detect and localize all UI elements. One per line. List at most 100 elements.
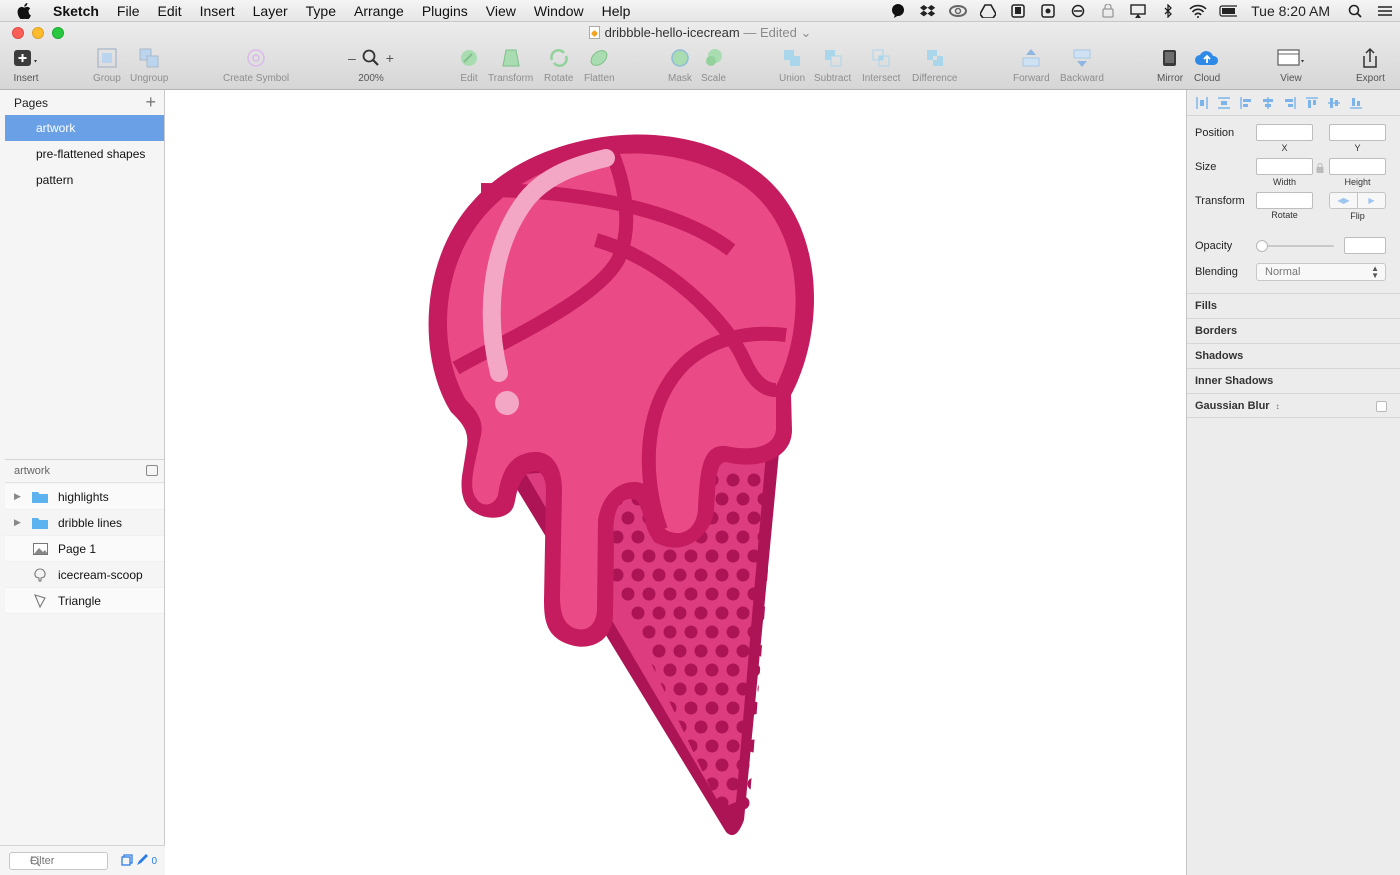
rotate-button[interactable]: Rotate	[544, 46, 573, 84]
google-drive-icon[interactable]	[979, 4, 997, 18]
align-left-icon[interactable]	[1239, 96, 1253, 110]
distribute-vertical-icon[interactable]	[1217, 96, 1231, 110]
layer-highlights[interactable]: ▶ highlights	[5, 484, 164, 510]
cone-dot	[747, 549, 761, 563]
layer-filter-input[interactable]	[9, 852, 108, 870]
speech-bubble-icon[interactable]	[889, 4, 907, 18]
flatten-button[interactable]: Flatten	[584, 46, 615, 84]
page-item-pre-flattened-shapes[interactable]: pre-flattened shapes	[5, 141, 164, 167]
align-bottom-icon[interactable]	[1349, 96, 1363, 110]
page-item-pattern[interactable]: pattern	[5, 167, 164, 193]
zoom-in-button[interactable]: +	[386, 50, 394, 66]
edit-button[interactable]: Edit	[458, 46, 480, 84]
difference-button[interactable]: Difference	[912, 46, 957, 84]
borders-section[interactable]: Borders	[1187, 318, 1400, 343]
union-button[interactable]: Union	[779, 46, 805, 84]
artboard-canvas[interactable]	[166, 90, 1186, 875]
bluetooth-icon[interactable]	[1159, 4, 1177, 18]
menu-window[interactable]: Window	[525, 0, 593, 22]
distribute-horizontal-icon[interactable]	[1195, 96, 1209, 110]
cone-dot	[757, 492, 771, 506]
position-x-input[interactable]	[1256, 124, 1313, 141]
menu-insert[interactable]: Insert	[191, 0, 244, 22]
disclosure-triangle-icon[interactable]: ▶	[14, 517, 28, 528]
cone-dot	[726, 549, 740, 563]
subtract-button[interactable]: Subtract	[814, 46, 851, 84]
lock-icon[interactable]	[1316, 161, 1324, 176]
menu-type[interactable]: Type	[297, 0, 345, 22]
cone-dot	[747, 663, 761, 677]
lock-bag-icon[interactable]	[1099, 4, 1117, 18]
airplay-icon[interactable]	[1129, 4, 1147, 18]
opacity-slider-knob[interactable]	[1256, 240, 1268, 252]
collapse-layers-icon[interactable]	[146, 465, 158, 476]
export-button[interactable]: Export	[1356, 46, 1385, 84]
ungroup-button[interactable]: Ungroup	[130, 46, 168, 84]
layer-page-1[interactable]: Page 1	[5, 536, 164, 562]
disclosure-triangle-icon[interactable]: ▶	[14, 491, 28, 502]
opacity-input[interactable]	[1344, 237, 1386, 254]
group-button[interactable]: Group	[93, 46, 121, 84]
backward-button[interactable]: Backward	[1060, 46, 1104, 84]
menu-arrange[interactable]: Arrange	[345, 0, 413, 22]
menu-file[interactable]: File	[108, 0, 149, 22]
icecream-artwork[interactable]	[166, 90, 1186, 875]
forward-button[interactable]: Forward	[1013, 46, 1050, 84]
page-item-artwork[interactable]: artwork	[5, 115, 164, 141]
width-input[interactable]	[1256, 158, 1313, 175]
create-symbol-button[interactable]: Create Symbol	[223, 46, 289, 84]
blur-type-arrows-icon[interactable]: ↕	[1276, 402, 1280, 411]
copy-symbols-icon[interactable]	[121, 854, 134, 869]
battery-icon[interactable]	[1219, 4, 1238, 18]
align-right-icon[interactable]	[1283, 96, 1297, 110]
gaussian-blur-checkbox[interactable]	[1376, 401, 1387, 412]
layer-icecream-scoop[interactable]: icecream-scoop	[5, 562, 164, 588]
menu-edit[interactable]: Edit	[148, 0, 190, 22]
dropbox-icon[interactable]	[919, 4, 937, 18]
menu-plugins[interactable]: Plugins	[413, 0, 477, 22]
align-middle-vertical-icon[interactable]	[1327, 96, 1341, 110]
menu-layer[interactable]: Layer	[244, 0, 297, 22]
fills-section[interactable]: Fills	[1187, 293, 1400, 318]
view-button[interactable]: View	[1277, 46, 1305, 84]
position-y-input[interactable]	[1329, 124, 1386, 141]
height-input[interactable]	[1329, 158, 1386, 175]
menu-app-name[interactable]: Sketch	[44, 0, 108, 22]
mirror-button[interactable]: Mirror	[1157, 46, 1183, 84]
zoom-out-button[interactable]: –	[348, 50, 356, 66]
align-center-horizontal-icon[interactable]	[1261, 96, 1275, 110]
cloud-button[interactable]: Cloud	[1194, 46, 1220, 84]
flip-horizontal-button[interactable]: ◀▶	[1330, 193, 1358, 208]
insert-button[interactable]: Insert	[13, 46, 39, 84]
align-top-icon[interactable]	[1305, 96, 1319, 110]
opacity-slider-track[interactable]	[1262, 245, 1334, 247]
layer-triangle[interactable]: Triangle	[5, 588, 164, 614]
layer-dribble-lines[interactable]: ▶ dribble lines	[5, 510, 164, 536]
scale-button[interactable]: Scale	[701, 46, 726, 84]
transform-button[interactable]: Transform	[488, 46, 533, 84]
creative-cloud-icon[interactable]	[949, 4, 968, 18]
mask-button[interactable]: Mask	[668, 46, 692, 84]
shadows-section[interactable]: Shadows	[1187, 343, 1400, 368]
notification-center-icon[interactable]	[1376, 4, 1394, 18]
intersect-button[interactable]: Intersect	[862, 46, 900, 84]
gaussian-blur-section[interactable]: Gaussian Blur ↕	[1187, 393, 1400, 418]
document-title[interactable]: dribbble-hello-icecream — Edited ⌄	[0, 25, 1400, 41]
apple-icon[interactable]	[14, 0, 34, 22]
record-icon[interactable]	[1039, 4, 1057, 18]
slice-pen-icon[interactable]	[136, 854, 149, 869]
menu-help[interactable]: Help	[593, 0, 640, 22]
bookmark-app-icon[interactable]	[1009, 4, 1027, 18]
add-page-button[interactable]: +	[145, 93, 156, 111]
menubar-clock[interactable]: Tue 8:20 AM	[1251, 3, 1330, 19]
flip-vertical-button[interactable]: ▶	[1358, 193, 1385, 208]
inner-shadows-section[interactable]: Inner Shadows	[1187, 368, 1400, 393]
wifi-icon[interactable]	[1189, 4, 1207, 18]
zoom-magnifier-icon[interactable]	[362, 49, 380, 67]
menu-view[interactable]: View	[477, 0, 525, 22]
blending-select[interactable]: Normal ▲ ▼	[1256, 263, 1386, 281]
sync-icon[interactable]	[1069, 4, 1087, 18]
cone-dot	[768, 549, 776, 563]
rotate-input[interactable]	[1256, 192, 1313, 209]
spotlight-search-icon[interactable]	[1346, 4, 1364, 18]
